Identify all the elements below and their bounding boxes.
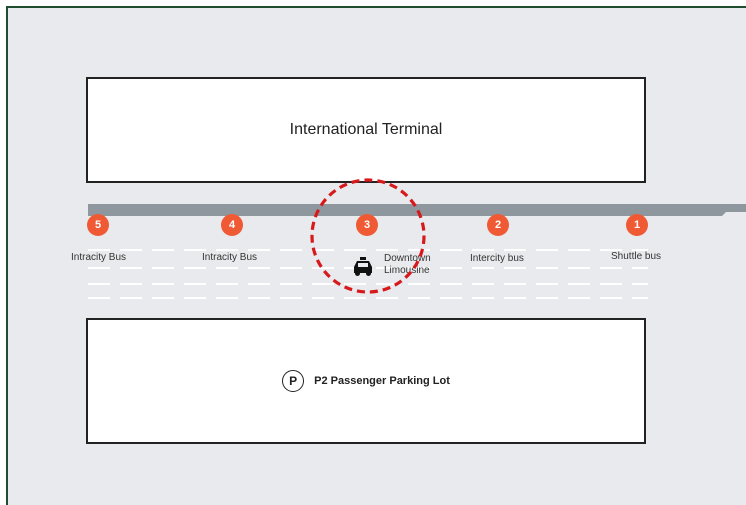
parking-name: P2 Passenger Parking Lot: [314, 375, 450, 387]
stop-4-label: Intracity Bus: [202, 252, 258, 263]
stop-1-badge[interactable]: 1: [626, 214, 648, 236]
highlight-ring: [310, 178, 426, 294]
p2-parking-lot: P P2 Passenger Parking Lot: [86, 318, 646, 444]
stop-2-badge[interactable]: 2: [487, 214, 509, 236]
stop-4-badge[interactable]: 4: [221, 214, 243, 236]
stop-1-label: Shuttle bus: [611, 251, 662, 262]
stop-2-label: Intercity bus: [470, 253, 524, 264]
stop-5-badge[interactable]: 5: [87, 214, 109, 236]
parking-label-group: P P2 Passenger Parking Lot: [282, 370, 450, 392]
stop-5-label: Intracity Bus: [71, 252, 127, 263]
parking-icon: P: [282, 370, 305, 392]
